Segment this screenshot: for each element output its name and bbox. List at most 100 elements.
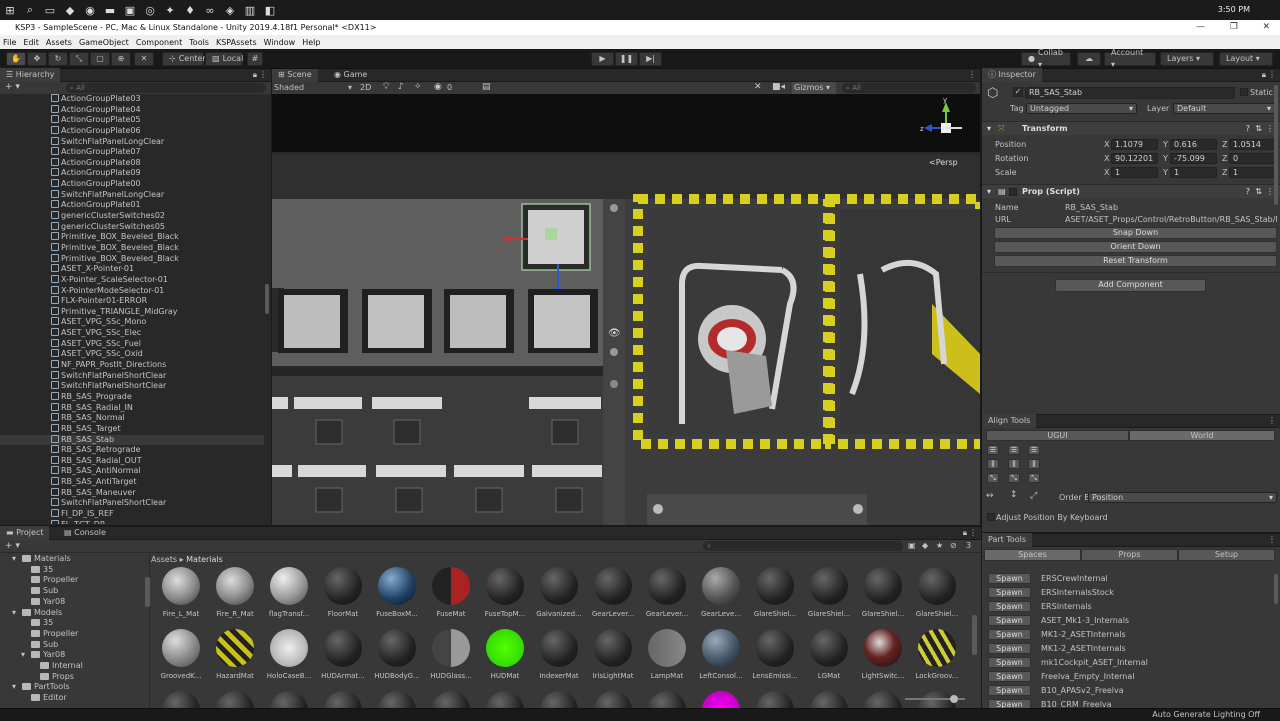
hierarchy-item[interactable]: ActionGroupPlate01 bbox=[0, 200, 264, 211]
cloud-icon[interactable]: ☁ bbox=[1077, 52, 1101, 66]
material-asset[interactable]: flagTransf... bbox=[262, 567, 316, 618]
tag-dropdown[interactable]: Untagged ▾ bbox=[1026, 103, 1137, 114]
material-asset[interactable] bbox=[802, 691, 856, 709]
prop-enabled-checkbox[interactable] bbox=[1009, 188, 1017, 196]
spawn-button[interactable]: Spawn bbox=[988, 671, 1031, 682]
menu-kspassets[interactable]: KSPAssets bbox=[216, 38, 257, 47]
menu-tools[interactable]: Tools bbox=[189, 38, 209, 47]
tab-setup[interactable]: Setup bbox=[1178, 549, 1275, 561]
distribute-3-icon[interactable]: ⤡ bbox=[1028, 473, 1040, 483]
hierarchy-item[interactable]: RB_SAS_Maneuver bbox=[0, 487, 264, 499]
hierarchy-item[interactable]: FL_TGT_DP bbox=[0, 519, 264, 524]
align-middle-icon[interactable]: ⫼ bbox=[1008, 459, 1020, 469]
spread-depth-icon[interactable]: ⤢ bbox=[1030, 491, 1037, 501]
hierarchy-item[interactable]: X-PointerModeSelector-01 bbox=[0, 285, 264, 297]
lock-icon[interactable]: 🔒︎ bbox=[963, 528, 967, 538]
menu-window[interactable]: Window bbox=[264, 38, 296, 47]
scene-grid-icon[interactable]: ▤ bbox=[482, 82, 491, 92]
hierarchy-item[interactable]: FLX-Pointer01-ERROR bbox=[0, 296, 264, 307]
material-asset[interactable] bbox=[586, 691, 640, 709]
spread-vertical-icon[interactable]: ↕ bbox=[1010, 490, 1018, 500]
ugui-toggle[interactable]: UGUI bbox=[986, 430, 1129, 441]
spawn-button[interactable]: Spawn bbox=[988, 601, 1031, 612]
spread-horizontal-icon[interactable]: ↔ bbox=[986, 491, 994, 501]
pivot-local-button[interactable]: ▨ Local bbox=[205, 52, 243, 66]
store-icon[interactable]: ▣ bbox=[120, 0, 140, 20]
hierarchy-item[interactable]: RB_SAS_Radial_OUT bbox=[0, 455, 264, 467]
visibility-toggle-icon[interactable]: ◉ bbox=[434, 82, 442, 92]
transform-tool-icon[interactable]: ⊕ bbox=[111, 52, 131, 66]
folder-icon[interactable]: ▬ bbox=[100, 0, 120, 20]
orient-down-button[interactable]: Orient Down bbox=[994, 241, 1277, 253]
material-asset[interactable]: HUDMat bbox=[478, 629, 532, 680]
object-name-field[interactable]: RB_SAS_Stab bbox=[1025, 87, 1235, 99]
unity-icon[interactable]: ◈ bbox=[220, 0, 240, 20]
distribute-2-icon[interactable]: ⤡ bbox=[1008, 473, 1020, 483]
hierarchy-item[interactable]: RB_SAS_Stab bbox=[0, 434, 264, 446]
collab-button[interactable]: ● Collab ▾ bbox=[1021, 48, 1071, 69]
material-asset[interactable] bbox=[478, 691, 532, 709]
hierarchy-item[interactable]: RB_SAS_Normal bbox=[0, 413, 264, 424]
app-icon-3[interactable]: ♦ bbox=[180, 0, 200, 20]
hierarchy-item[interactable]: RB_SAS_AntiTarget bbox=[0, 477, 264, 488]
order-by-dropdown[interactable]: Position ▾ bbox=[1088, 492, 1277, 503]
material-asset[interactable]: FuseTopM... bbox=[478, 567, 532, 618]
spawn-button[interactable]: Spawn bbox=[988, 629, 1031, 640]
tab-console[interactable]: ▤ Console bbox=[58, 526, 112, 540]
folder-tree-item[interactable]: Yar08 bbox=[21, 597, 65, 606]
material-asset[interactable] bbox=[262, 691, 316, 709]
task-view-icon[interactable]: ▭ bbox=[40, 0, 60, 20]
scale-y-field[interactable]: 1 bbox=[1170, 167, 1217, 178]
material-asset[interactable]: IndexerMat bbox=[532, 629, 586, 680]
tab-project[interactable]: ▬ Project bbox=[0, 526, 50, 540]
material-asset[interactable]: FloorMat bbox=[316, 567, 370, 618]
help-icon[interactable]: ? bbox=[1246, 122, 1250, 136]
app-icon-5[interactable]: ◧ bbox=[260, 0, 280, 20]
filter-type-icon[interactable]: ▣ bbox=[908, 541, 916, 550]
hierarchy-item[interactable]: RB_SAS_AntiNormal bbox=[0, 466, 264, 477]
hierarchy-item[interactable]: RB_SAS_Retrograde bbox=[0, 445, 264, 456]
effects-toggle-icon[interactable]: ✧ bbox=[414, 82, 422, 92]
material-asset[interactable] bbox=[370, 691, 424, 709]
spawn-button[interactable]: Spawn bbox=[988, 657, 1031, 668]
hierarchy-item[interactable]: FI_DP_IS_REF bbox=[0, 508, 264, 520]
rotation-z-field[interactable]: 0 bbox=[1229, 153, 1277, 164]
menu-file[interactable]: File bbox=[3, 38, 16, 47]
align-top-icon[interactable]: ⫼ bbox=[987, 459, 999, 469]
material-asset[interactable]: Galvanized... bbox=[532, 567, 586, 618]
2d-toggle[interactable]: 2D bbox=[360, 83, 371, 92]
breadcrumb-materials[interactable]: Materials bbox=[186, 555, 223, 564]
help-icon[interactable]: ? bbox=[1246, 185, 1250, 199]
layout-dropdown[interactable]: Layout ▾ bbox=[1219, 52, 1273, 66]
menu-assets[interactable]: Assets bbox=[46, 38, 72, 47]
folder-tree-item[interactable]: Propeller bbox=[21, 629, 78, 638]
hidden-packages-icon[interactable]: ⊘ bbox=[950, 541, 957, 550]
tab-game[interactable]: ◉ Game bbox=[328, 69, 373, 82]
material-asset[interactable]: HUDArmat... bbox=[316, 629, 370, 680]
material-asset[interactable]: Fire_R_Mat bbox=[208, 567, 262, 618]
static-checkbox[interactable] bbox=[1240, 88, 1248, 96]
create-icon[interactable]: + ▾ bbox=[5, 541, 20, 551]
material-asset[interactable] bbox=[208, 691, 262, 709]
rotate-tool-icon[interactable]: ↻ bbox=[48, 52, 68, 66]
material-asset[interactable]: GroovedK... bbox=[154, 629, 208, 680]
spawn-button[interactable]: Spawn bbox=[988, 615, 1031, 626]
inspector-scrollbar[interactable] bbox=[1274, 85, 1278, 205]
hierarchy-item[interactable]: SwitchFlatPanelShortClear bbox=[0, 381, 264, 392]
material-asset[interactable] bbox=[316, 691, 370, 709]
material-asset[interactable] bbox=[424, 691, 478, 709]
chrome-icon[interactable]: ◉ bbox=[80, 0, 100, 20]
hierarchy-item[interactable]: Primitive_BOX_Beveled_Black bbox=[0, 242, 264, 254]
material-asset[interactable]: HUDBodyG... bbox=[370, 629, 424, 680]
step-button[interactable]: ▶| bbox=[639, 52, 662, 66]
favorite-icon[interactable]: ★ bbox=[936, 541, 943, 550]
adjust-keyboard-checkbox[interactable] bbox=[987, 513, 995, 521]
hierarchy-item[interactable]: ASET_VPG_SSc_Mono bbox=[0, 317, 264, 328]
material-asset[interactable]: HazardMat bbox=[208, 629, 262, 680]
scene-viewport[interactable]: z y bbox=[272, 94, 980, 525]
material-asset[interactable]: GlareShiel... bbox=[856, 567, 910, 618]
hierarchy-item[interactable]: ActionGroupPlate03 bbox=[0, 94, 264, 105]
folder-tree-item[interactable]: Sub bbox=[21, 640, 58, 649]
folder-tree-item[interactable]: ▾ Models bbox=[12, 608, 62, 617]
hierarchy-scrollbar[interactable] bbox=[265, 284, 269, 314]
